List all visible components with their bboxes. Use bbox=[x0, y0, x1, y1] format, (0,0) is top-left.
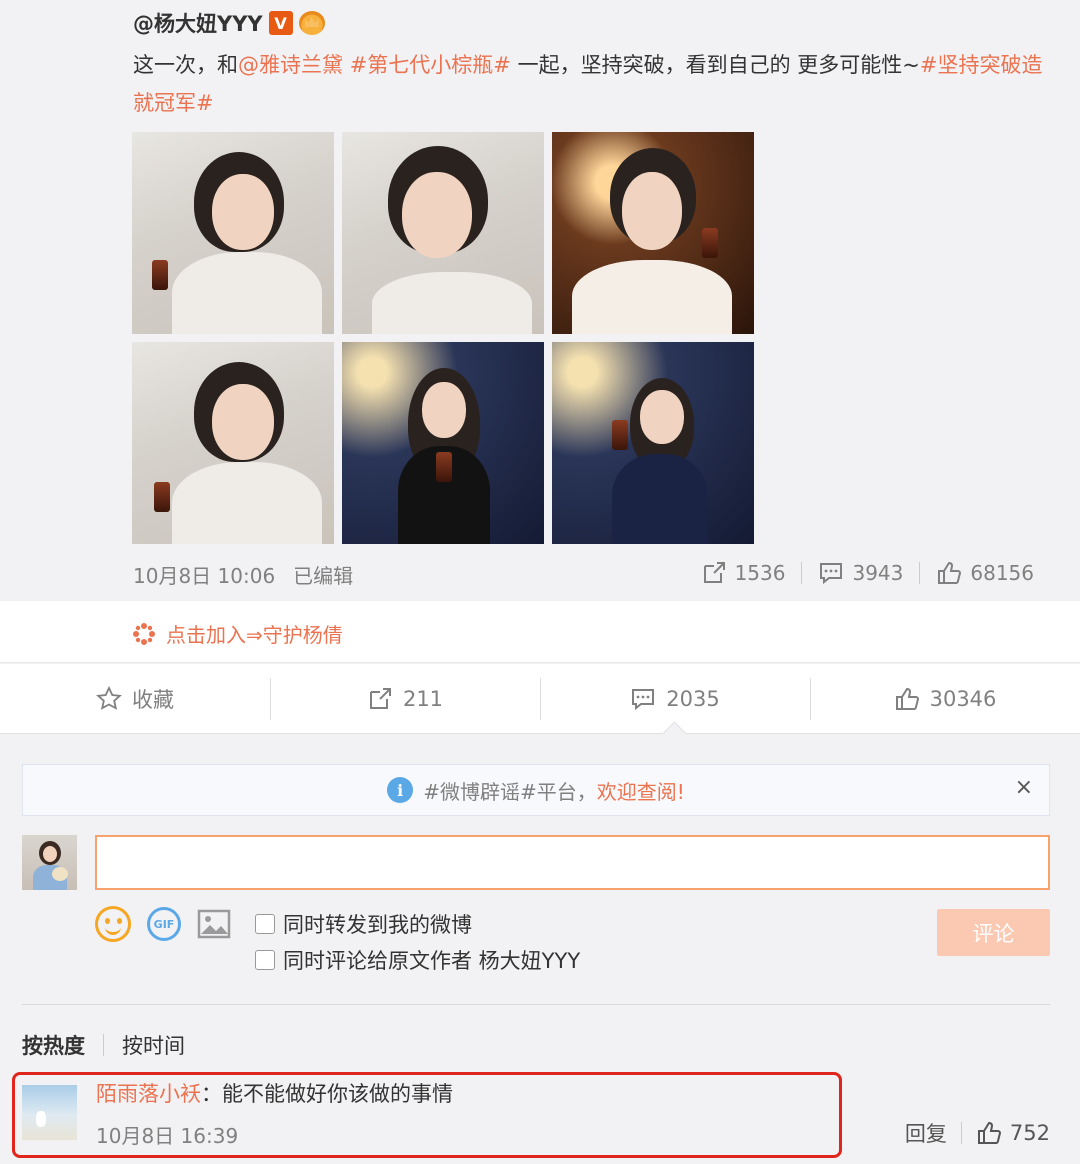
comment-icon bbox=[632, 688, 655, 710]
crown-badge-icon bbox=[298, 11, 325, 35]
weibo-post: @杨大妞YYY V 这一次，和@雅诗兰黛 #第七代小棕瓶# 一起，坚持突破，看到… bbox=[0, 0, 1080, 600]
photo-thumbnail[interactable] bbox=[132, 132, 334, 334]
post-like-count[interactable]: 68156 bbox=[920, 560, 1050, 586]
commenter-name[interactable]: 陌雨落小袄 bbox=[96, 1082, 201, 1106]
thumbs-up-icon bbox=[938, 561, 962, 584]
like-count: 68156 bbox=[970, 561, 1034, 585]
thumbs-up-icon bbox=[895, 687, 919, 710]
comment-colon: ： bbox=[201, 1082, 222, 1106]
post-comment-count[interactable]: 3943 bbox=[802, 560, 919, 586]
author-line: @杨大妞YYY V bbox=[133, 8, 325, 38]
sort-by-time[interactable]: 按时间 bbox=[122, 1030, 185, 1060]
commenter-avatar[interactable] bbox=[22, 1085, 77, 1140]
image-icon[interactable] bbox=[197, 909, 231, 939]
compose-tools: GIF bbox=[95, 906, 231, 942]
share-icon bbox=[703, 562, 725, 583]
post-text-segment bbox=[343, 53, 350, 77]
comment-text: 能不能做好你该做的事情 bbox=[222, 1082, 453, 1106]
post-text-segment: 一起，坚持突破，看到自己的 更多可能性~ bbox=[510, 53, 920, 77]
comment-like-count: 752 bbox=[1009, 1121, 1050, 1145]
post-repost-count[interactable]: 1536 bbox=[685, 560, 802, 586]
comment-count: 3943 bbox=[852, 561, 904, 585]
comment-input[interactable] bbox=[95, 835, 1050, 890]
close-icon[interactable]: × bbox=[1015, 775, 1033, 800]
divider bbox=[960, 1122, 962, 1144]
edited-label: 已编辑 bbox=[293, 564, 354, 588]
info-icon: i bbox=[387, 777, 414, 803]
mention-link[interactable]: @雅诗兰黛 bbox=[238, 53, 343, 77]
comment-tab-count: 2035 bbox=[666, 686, 720, 711]
compose-options: 同时转发到我的微博 同时评论给原文作者 杨大妞YYY bbox=[255, 906, 580, 978]
post-date[interactable]: 10月8日 10:06 bbox=[133, 560, 275, 589]
join-link[interactable]: 点击加入⇒守护杨倩 bbox=[132, 619, 343, 648]
post-meta: 10月8日 10:06 已编辑 bbox=[133, 560, 353, 589]
thumbs-up-icon bbox=[977, 1121, 1001, 1144]
verified-badge-icon: V bbox=[268, 11, 293, 35]
emoji-icon[interactable] bbox=[95, 906, 131, 942]
forward-count: 211 bbox=[402, 686, 444, 711]
star-icon bbox=[96, 685, 122, 710]
post-text-segment: 这一次，和 bbox=[133, 53, 238, 77]
comment-content: 陌雨落小袄：能不能做好你该做的事情 bbox=[96, 1078, 453, 1108]
favorite-label: 收藏 bbox=[132, 687, 174, 712]
share-icon bbox=[369, 687, 391, 709]
avatar[interactable] bbox=[22, 835, 77, 890]
forward-button[interactable]: 211 bbox=[270, 664, 540, 733]
comment-time: 10月8日 16:39 bbox=[96, 1124, 239, 1148]
submit-comment-button[interactable]: 评论 bbox=[937, 909, 1050, 956]
photo-thumbnail[interactable] bbox=[132, 342, 334, 544]
notice-link[interactable]: 欢迎查阅! bbox=[597, 776, 685, 805]
photo-thumbnail[interactable] bbox=[552, 132, 754, 334]
comment-icon bbox=[820, 563, 843, 585]
like-button[interactable]: 30346 bbox=[810, 664, 1080, 733]
repost-option[interactable]: 同时转发到我的微博 bbox=[255, 906, 580, 942]
comment-author-option[interactable]: 同时评论给原文作者 杨大妞YYY bbox=[255, 942, 580, 978]
comment-like-button[interactable]: 752 bbox=[976, 1120, 1050, 1146]
divider bbox=[22, 1004, 1050, 1005]
reply-button[interactable]: 回复 bbox=[905, 1118, 947, 1148]
like-button-count: 30346 bbox=[929, 686, 997, 711]
sort-by-hot[interactable]: 按热度 bbox=[22, 1030, 85, 1060]
gif-icon[interactable]: GIF bbox=[147, 907, 181, 941]
rumor-notice-banner: i #微博辟谣#平台， 欢迎查阅! × bbox=[22, 764, 1050, 816]
comment-tab[interactable]: 2035 bbox=[540, 664, 810, 733]
author-name[interactable]: @杨大妞YYY bbox=[133, 8, 263, 38]
notice-text: #微博辟谣#平台， bbox=[423, 779, 597, 804]
divider bbox=[103, 1034, 104, 1056]
favorite-button[interactable]: 收藏 bbox=[0, 664, 270, 733]
sort-bar: 按热度 按时间 bbox=[22, 1030, 185, 1060]
photo-thumbnail[interactable] bbox=[342, 342, 544, 544]
comment-author-checkbox[interactable] bbox=[255, 950, 275, 970]
photo-grid bbox=[132, 132, 754, 544]
repost-checkbox[interactable] bbox=[255, 914, 275, 934]
photo-thumbnail[interactable] bbox=[342, 132, 544, 334]
join-bar: 点击加入⇒守护杨倩 bbox=[0, 601, 1080, 663]
post-text: 这一次，和@雅诗兰黛 #第七代小棕瓶# 一起，坚持突破，看到自己的 更多可能性~… bbox=[133, 46, 1053, 122]
photo-thumbnail[interactable] bbox=[552, 342, 754, 544]
post-stats: 1536 3943 68156 bbox=[685, 560, 1050, 586]
repost-option-label: 同时转发到我的微博 bbox=[283, 913, 472, 937]
flower-icon bbox=[133, 622, 155, 645]
repost-count: 1536 bbox=[734, 561, 786, 585]
comment-actions: 回复 752 bbox=[905, 1118, 1050, 1148]
action-toolbar: 收藏 211 2035 30346 bbox=[0, 664, 1080, 734]
join-label: 点击加入⇒守护杨倩 bbox=[166, 623, 343, 647]
hashtag-link[interactable]: #第七代小棕瓶# bbox=[350, 53, 511, 77]
comment-author-option-label: 同时评论给原文作者 杨大妞YYY bbox=[283, 949, 581, 973]
